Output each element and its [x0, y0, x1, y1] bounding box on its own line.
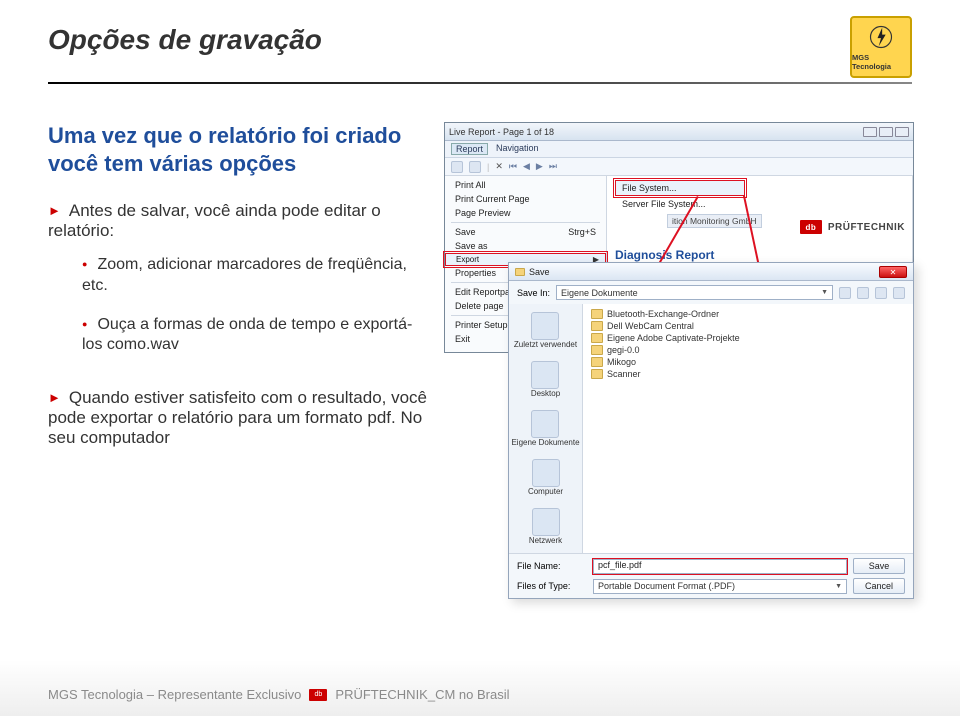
save-icon[interactable] — [469, 161, 481, 173]
menubar: Report Navigation — [445, 141, 913, 158]
toolbar: | ✕ ⏮ ◀ ▶ ⏭ — [445, 158, 913, 176]
list-item[interactable]: Mikogo — [591, 356, 905, 368]
desktop-icon — [531, 361, 559, 389]
nav-first-icon[interactable]: ⏮ — [509, 161, 517, 172]
list-item[interactable]: Scanner — [591, 368, 905, 380]
save-dialog: Save ✕ Save In: Eigene Dokumente▼ Zuletz… — [508, 262, 914, 599]
home-icon[interactable] — [857, 287, 869, 299]
folder-icon — [591, 345, 603, 355]
mgs-logo: MGS Tecnologia — [850, 16, 912, 78]
save-button[interactable]: Save — [853, 558, 905, 574]
places-recent[interactable]: Zuletzt verwendet — [514, 312, 577, 349]
window-close-button[interactable] — [895, 127, 909, 137]
nav-close-icon[interactable]: ✕ — [495, 161, 503, 172]
list-view-icon[interactable] — [893, 287, 905, 299]
up-folder-icon[interactable] — [839, 287, 851, 299]
db-logo-icon: db — [800, 220, 822, 234]
savein-label: Save In: — [517, 288, 550, 298]
submenu-file-system[interactable]: File System... — [615, 180, 745, 196]
logo-label: MGS Tecnologia — [852, 53, 910, 71]
window-minimize-button[interactable] — [863, 127, 877, 137]
lead-heading: Uma vez que o relatório foi criado você … — [48, 122, 428, 177]
folder-icon — [591, 357, 603, 367]
menu-save-as[interactable]: Save as — [445, 239, 606, 253]
nav-prev-icon[interactable]: ◀ — [523, 161, 530, 172]
documents-icon — [531, 410, 559, 438]
network-icon — [532, 508, 560, 536]
folder-list: Bluetooth-Exchange-Ordner Dell WebCam Ce… — [583, 304, 913, 553]
list-item[interactable]: Eigene Adobe Captivate-Projekte — [591, 332, 905, 344]
footer: MGS Tecnologia – Representante Exclusivo… — [48, 687, 912, 702]
title-divider — [48, 82, 912, 84]
places-documents[interactable]: Eigene Dokumente — [511, 410, 579, 447]
menu-print-current[interactable]: Print Current Page — [445, 192, 606, 206]
brand-name: PRÜFTECHNIK — [828, 222, 905, 233]
bullet-export-pdf: Quando estiver satisfeito com o resultad… — [48, 388, 428, 448]
footer-left: MGS Tecnologia – Representante Exclusivo — [48, 687, 301, 702]
menu-navigation[interactable]: Navigation — [496, 143, 539, 155]
bullet-edit-before-save: Antes de salvar, você ainda pode editar … — [48, 201, 428, 241]
page-title: Opções de gravação — [48, 24, 322, 56]
dialog-close-button[interactable]: ✕ — [879, 266, 907, 278]
list-item[interactable]: gegi-0.0 — [591, 344, 905, 356]
submenu-server-file-system[interactable]: Server File System... — [615, 196, 745, 212]
list-item[interactable]: Dell WebCam Central — [591, 320, 905, 332]
places-network[interactable]: Netzwerk — [529, 508, 562, 545]
filename-input[interactable]: pcf_file.pdf — [593, 559, 847, 574]
savein-dropdown[interactable]: Eigene Dokumente▼ — [556, 285, 833, 300]
menu-save[interactable]: SaveStrg+S — [445, 225, 606, 239]
filetype-dropdown[interactable]: Portable Document Format (.PDF)▼ — [593, 579, 847, 594]
subbullet-wav: Ouça a formas de onda de tempo e exportá… — [82, 315, 428, 357]
chevron-down-icon: ▼ — [835, 583, 842, 590]
folder-icon — [591, 309, 603, 319]
folder-icon — [591, 333, 603, 343]
list-item[interactable]: Bluetooth-Exchange-Ordner — [591, 308, 905, 320]
badge-monitoring: ition Monitoring GmbH — [667, 214, 762, 228]
places-desktop[interactable]: Desktop — [531, 361, 560, 398]
folder-icon — [591, 321, 603, 331]
menu-page-preview[interactable]: Page Preview — [445, 206, 606, 220]
report-heading: Diagnosis Report — [615, 248, 905, 262]
menu-print-all[interactable]: Print All — [445, 178, 606, 192]
computer-icon — [532, 459, 560, 487]
nav-next-icon[interactable]: ▶ — [536, 161, 543, 172]
places-computer[interactable]: Computer — [528, 459, 563, 496]
new-folder-icon[interactable] — [875, 287, 887, 299]
cancel-button[interactable]: Cancel — [853, 578, 905, 594]
filename-label: File Name: — [517, 561, 587, 571]
chevron-down-icon: ▼ — [821, 289, 828, 296]
folder-icon — [591, 369, 603, 379]
nav-last-icon[interactable]: ⏭ — [549, 161, 557, 172]
folder-icon — [515, 268, 525, 276]
recent-icon — [531, 312, 559, 340]
menu-report[interactable]: Report — [451, 143, 488, 155]
window-title: Live Report - Page 1 of 18 — [449, 127, 554, 137]
db-logo-icon: db — [309, 689, 327, 701]
footer-right: PRÜFTECHNIK_CM no Brasil — [335, 687, 509, 702]
subbullet-zoom: Zoom, adicionar marcadores de freqüência… — [82, 255, 428, 297]
lightning-gear-icon — [867, 23, 895, 51]
save-dialog-title: Save — [529, 267, 550, 277]
window-maximize-button[interactable] — [879, 127, 893, 137]
filetype-label: Files of Type: — [517, 581, 587, 591]
print-icon[interactable] — [451, 161, 463, 173]
